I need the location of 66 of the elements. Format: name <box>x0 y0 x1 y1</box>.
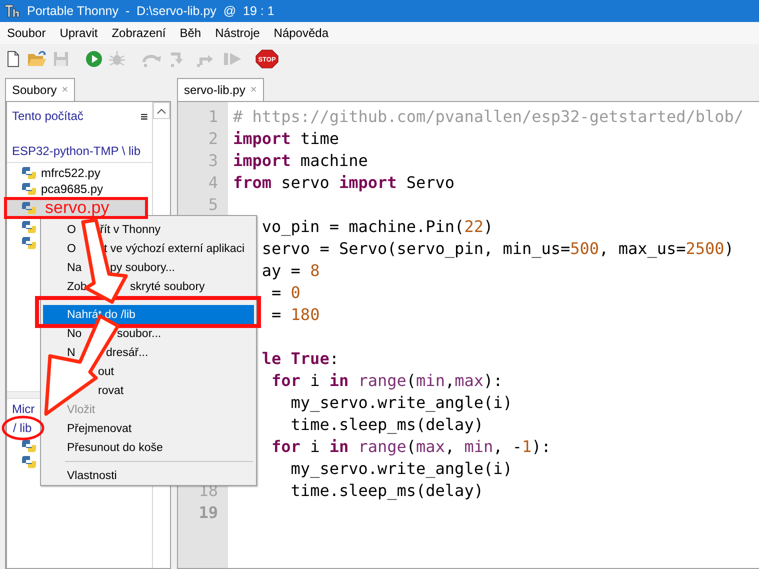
code-line: import time <box>233 129 339 148</box>
line-number: 2 <box>208 128 218 150</box>
menu-item[interactable]: Nástroje <box>208 23 267 43</box>
code-line: time.sleep_ms(delay) <box>290 481 484 500</box>
menu-item[interactable]: Zobrazení <box>104 23 173 43</box>
scroll-up-button[interactable] <box>153 102 170 119</box>
code-line: servo = Servo(servo_pin, min_us=500, max_us=2500) <box>262 239 734 258</box>
python-file-icon <box>21 454 37 470</box>
menu-option-text[interactable]: out <box>98 365 114 379</box>
menu-item[interactable]: Nápověda <box>266 23 336 43</box>
bug-icon <box>108 50 126 68</box>
python-file-icon <box>21 165 37 181</box>
menu-button[interactable]: ≡ <box>140 108 148 124</box>
app-icon <box>4 3 20 19</box>
location-title[interactable]: Tento počítač <box>12 109 84 123</box>
menu-option-text[interactable]: O <box>67 223 76 237</box>
code-line: my_servo.write_angle(i) <box>290 393 512 412</box>
folder-icon <box>27 50 47 68</box>
python-file-icon <box>21 200 37 216</box>
python-file-icon <box>21 181 37 197</box>
menu-item[interactable]: Běh <box>172 23 208 43</box>
code-line: my_servo.write_angle(i) <box>290 459 512 478</box>
file-name[interactable]: pca9685.py <box>41 182 104 196</box>
line-number: 5 <box>208 194 218 216</box>
code-line: for i in range(min,max): <box>272 371 503 390</box>
menu-option-text[interactable]: soubor... <box>117 327 162 341</box>
menu-option-text[interactable]: Na <box>67 261 82 275</box>
code-line: time.sleep_ms(delay) <box>290 415 484 434</box>
python-file-icon <box>21 438 37 454</box>
annotation-circle <box>2 416 44 440</box>
line-number: 3 <box>208 150 218 172</box>
line-number: 1 <box>208 106 218 128</box>
menu-item[interactable]: Soubor <box>0 23 53 43</box>
menu-option-text[interactable]: O <box>67 242 76 256</box>
code-line: from servo import Servo <box>233 173 455 192</box>
menu-option-text[interactable]: Přesunout do koše <box>67 441 163 455</box>
window-title: Portable Thonny - D:\servo-lib.py @ 19 : 1 <box>27 4 274 18</box>
line-number: 4 <box>208 172 218 194</box>
menu-item[interactable]: Upravit <box>52 23 105 43</box>
python-file-icon <box>21 219 37 235</box>
line-number: 19 <box>198 502 218 524</box>
menu-option[interactable]: Nahrát do /lib <box>43 305 254 324</box>
code-line: import machine <box>233 151 368 170</box>
menu-option-text[interactable]: Přejmenovat <box>67 422 132 436</box>
menu-option-text[interactable]: dresář... <box>106 346 148 360</box>
code-line: for i in range(max, min, -1): <box>272 437 551 456</box>
play-icon <box>85 50 103 68</box>
code-line: le True: <box>262 349 339 368</box>
menu-option-text[interactable]: rovat <box>98 384 124 398</box>
chevron-up-icon <box>157 108 166 114</box>
code-line: # https://github.com/pvanallen/esp32-getstarted/blob/ <box>233 107 744 126</box>
menu-option-text[interactable]: N <box>67 346 76 360</box>
menu-option-text[interactable]: py soubory... <box>110 261 175 275</box>
menu-option-text[interactable]: řít v Thonny <box>100 223 161 237</box>
menu-option-text[interactable]: No <box>67 327 82 341</box>
editor-tab[interactable]: servo-lib.py × <box>177 78 264 101</box>
folder-path[interactable]: ESP32-python-TMP \ lib <box>7 127 152 163</box>
code-line: = 0 <box>272 283 300 302</box>
code-line: vo_pin = machine.Pin(22) <box>262 217 494 236</box>
menu-option-text[interactable]: Vlastnosti <box>67 469 117 483</box>
menu-option-text[interactable]: skryté soubory <box>130 280 205 294</box>
files-tab[interactable]: Soubory × <box>5 78 76 101</box>
file-name[interactable]: mfrc522.py <box>41 166 100 180</box>
python-file-icon <box>21 235 37 251</box>
code-line: = 180 <box>272 305 320 324</box>
code-line: ay = 8 <box>262 261 320 280</box>
